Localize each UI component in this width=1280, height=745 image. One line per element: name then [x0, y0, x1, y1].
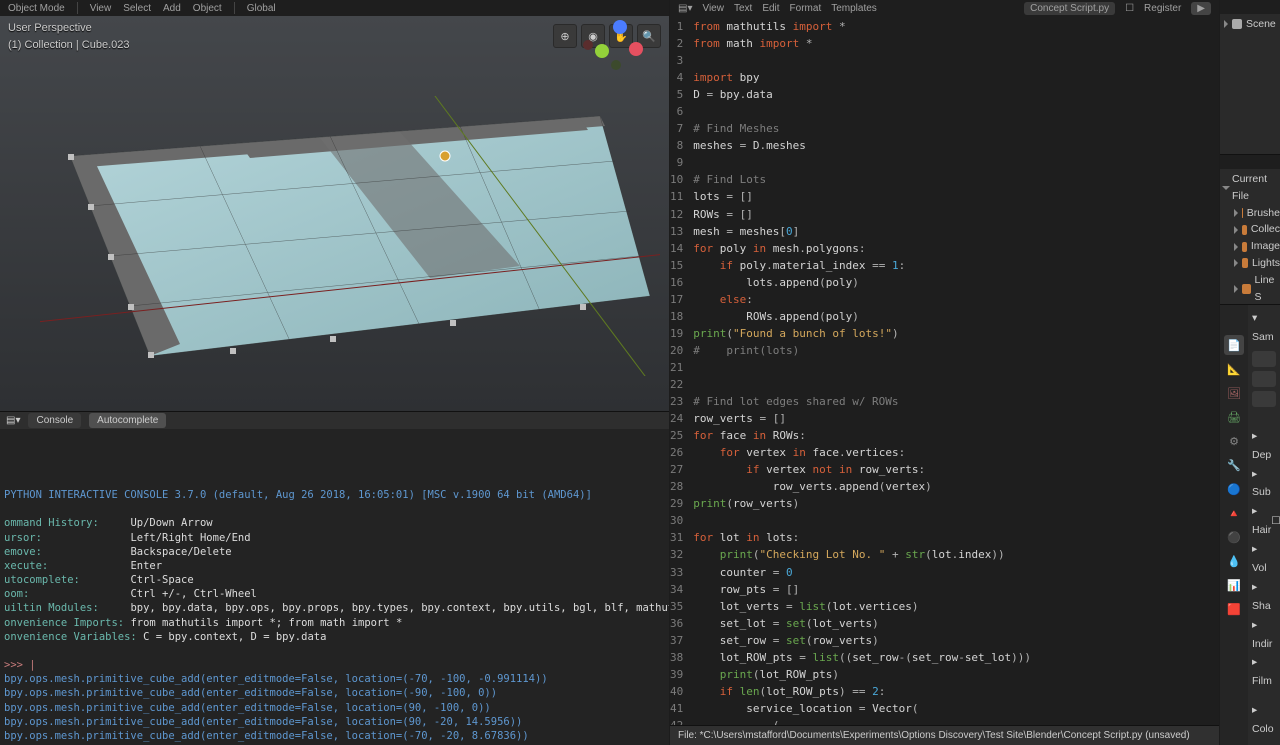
properties-panel[interactable]: 📄📐🖼🖨⚙🔧🔵🔺⚫💧📊🟥 ▾ Sam ▸ Dep ▸ Sub ▸ Hair☐ ▸… [1220, 305, 1280, 745]
line-gutter: 1 2 3 4 5 6 7 8 9 10 11 12 13 14 15 16 1… [670, 16, 687, 725]
menu-format[interactable]: Format [790, 3, 822, 14]
text-editor-header: ▤▾ View Text Edit Format Templates Conce… [670, 0, 1219, 16]
menu-text[interactable]: Text [734, 3, 752, 14]
text-editor-body[interactable]: 1 2 3 4 5 6 7 8 9 10 11 12 13 14 15 16 1… [670, 16, 1219, 725]
property-tab[interactable]: 📐 [1224, 359, 1244, 379]
register-checkbox-label[interactable]: Register [1144, 3, 1181, 14]
property-tab[interactable]: 📄 [1224, 335, 1244, 355]
orientation-selector[interactable]: Global [247, 3, 276, 14]
outliner-item[interactable]: Image [1220, 238, 1280, 255]
property-tab[interactable]: ⚫ [1224, 527, 1244, 547]
script-filename[interactable]: Concept Script.py [1024, 2, 1115, 15]
axis-gizmo[interactable] [575, 20, 645, 90]
terrain-mesh [40, 96, 660, 376]
mode-selector[interactable]: Object Mode [8, 3, 65, 14]
autocomplete-tab[interactable]: Autocomplete [89, 413, 166, 428]
property-tab[interactable]: 🔺 [1224, 503, 1244, 523]
axis-z-icon[interactable] [613, 20, 627, 34]
outliner-item[interactable]: Brushe [1220, 205, 1280, 222]
property-tab[interactable]: 🟥 [1224, 599, 1244, 619]
menu-view[interactable]: View [90, 3, 112, 14]
property-tab[interactable]: 🔵 [1224, 479, 1244, 499]
console-header: ▤▾ Console Autocomplete [0, 411, 669, 429]
axis-x-icon[interactable] [629, 42, 643, 56]
editor-footer: File: *C:\Users\mstafford\Documents\Expe… [670, 725, 1219, 745]
outliner-panel[interactable]: Scene [1220, 0, 1280, 155]
python-console[interactable]: PYTHON INTERACTIVE CONSOLE 3.7.0 (defaul… [0, 429, 669, 745]
menu-add[interactable]: Add [163, 3, 181, 14]
outliner-item[interactable]: Line S [1220, 272, 1280, 305]
gizmo-translate-icon[interactable]: ⊕ [553, 24, 577, 48]
menu-edit[interactable]: Edit [762, 3, 779, 14]
property-tab[interactable]: ⚙ [1224, 431, 1244, 451]
console-prompt[interactable]: >>> [4, 659, 29, 671]
3d-viewport[interactable]: User Perspective (1) Collection | Cube.0… [0, 16, 669, 411]
outliner-item[interactable]: Collec [1220, 221, 1280, 238]
property-tab[interactable]: 💧 [1224, 551, 1244, 571]
editor-type-icon[interactable]: ▤▾ [678, 3, 692, 14]
menu-templates[interactable]: Templates [831, 3, 877, 14]
property-tab[interactable]: 🔧 [1224, 455, 1244, 475]
menu-view[interactable]: View [702, 3, 724, 14]
file-browser-panel[interactable]: Current File BrusheCollecImageLightsLine… [1220, 155, 1280, 305]
property-tab[interactable]: 📊 [1224, 575, 1244, 595]
menu-object[interactable]: Object [193, 3, 222, 14]
run-button[interactable]: ▶ [1191, 2, 1211, 15]
menu-select[interactable]: Select [123, 3, 151, 14]
outliner-item[interactable]: Lights [1220, 255, 1280, 272]
axis-y-icon[interactable] [595, 44, 609, 58]
console-tab[interactable]: Console [28, 413, 81, 428]
editor-type-icon[interactable]: ▤▾ [6, 415, 20, 426]
property-tab[interactable]: 🖼 [1224, 383, 1244, 403]
viewport-header: Object Mode View Select Add Object Globa… [0, 0, 669, 16]
property-tab[interactable]: 🖨 [1224, 407, 1244, 427]
viewport-overlay-text: User Perspective (1) Collection | Cube.0… [8, 20, 129, 53]
